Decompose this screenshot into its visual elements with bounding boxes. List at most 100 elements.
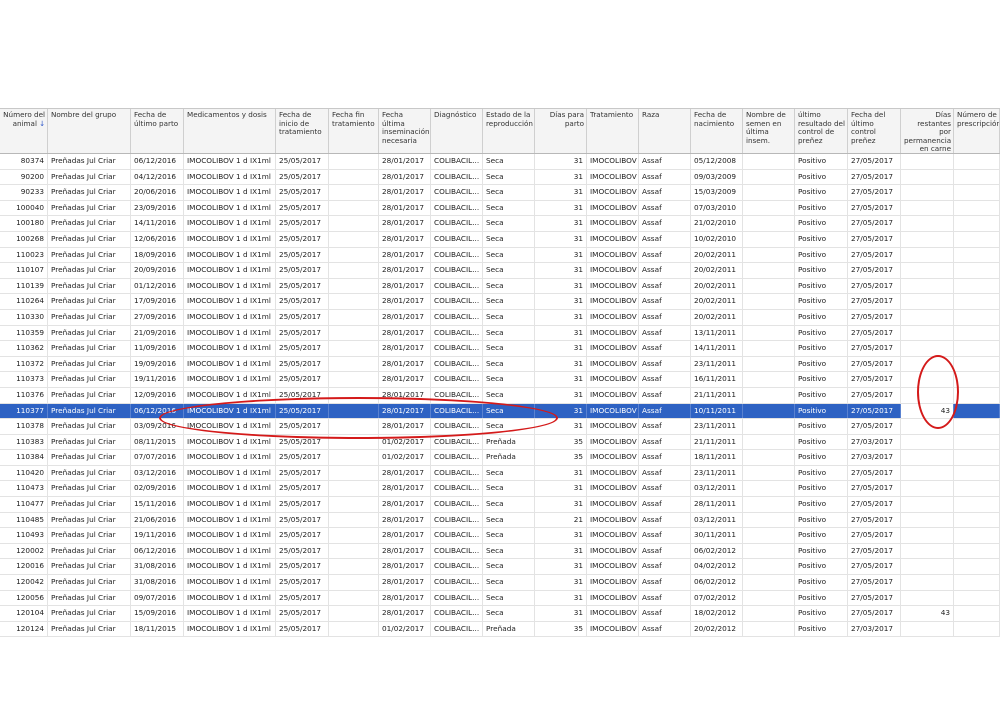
table-cell[interactable]: COLIBACIL... <box>431 372 483 387</box>
table-row[interactable]: 100040 Preñadas Jul Criar 23/09/2016 IMOCOL… <box>0 200 1000 217</box>
table-cell[interactable]: Positivo <box>795 231 848 247</box>
table-cell[interactable]: Seca <box>483 216 535 231</box>
table-cell[interactable]: COLIBACIL... <box>431 185 483 200</box>
table-cell[interactable]: Positivo <box>795 154 848 169</box>
column-header[interactable]: Días restantes por permanencia en carne <box>901 109 954 153</box>
table-cell[interactable]: COLIBACIL... <box>431 231 483 247</box>
table-cell[interactable] <box>954 372 1000 387</box>
table-cell[interactable]: 25/05/2017 <box>276 185 329 200</box>
table-cell[interactable]: 08/11/2015 <box>131 434 184 450</box>
table-cell[interactable] <box>743 356 795 372</box>
table-cell[interactable]: 31 <box>535 575 587 590</box>
table-cell[interactable]: IMOCOLIBOV 1 d IX1ml <box>184 278 276 294</box>
table-cell[interactable]: IMOCOLIBOV 1 d IX1ml <box>184 200 276 216</box>
table-cell[interactable]: COLIBACIL... <box>431 481 483 497</box>
table-cell[interactable]: 10/11/2011 <box>691 403 743 419</box>
table-cell[interactable] <box>743 419 795 434</box>
table-cell[interactable]: 31 <box>535 185 587 200</box>
table-cell[interactable] <box>901 309 954 325</box>
table-cell[interactable]: Positivo <box>795 185 848 200</box>
table-cell[interactable]: Positivo <box>795 387 848 403</box>
table-cell[interactable]: 27/05/2017 <box>848 154 901 169</box>
table-cell[interactable]: 27/05/2017 <box>848 185 901 200</box>
table-cell[interactable]: Positivo <box>795 543 848 559</box>
table-cell[interactable]: 27/05/2017 <box>848 231 901 247</box>
table-cell[interactable] <box>329 325 379 341</box>
table-cell[interactable]: 27/05/2017 <box>848 216 901 231</box>
table-cell[interactable]: IMOCOLIBOV <box>587 543 639 559</box>
table-cell[interactable]: 25/05/2017 <box>276 575 329 590</box>
table-row-selected[interactable]: 110377 Preñadas Jul Criar 06/12/2016 IMOCOL… <box>0 403 1000 420</box>
table-cell[interactable]: Preñadas Jul Criar <box>48 169 131 185</box>
table-cell[interactable] <box>743 621 795 637</box>
table-row[interactable]: 110383 Preñadas Jul Criar 08/11/2015 IMOCOL… <box>0 434 1000 451</box>
table-cell[interactable]: 18/02/2012 <box>691 606 743 621</box>
table-cell[interactable]: Assaf <box>639 372 691 387</box>
table-cell[interactable]: Assaf <box>639 497 691 512</box>
table-cell[interactable]: 28/01/2017 <box>379 528 431 543</box>
table-cell[interactable]: COLIBACIL... <box>431 216 483 231</box>
table-row[interactable]: 120016 Preñadas Jul Criar 31/08/2016 IMOCOL… <box>0 559 1000 576</box>
table-cell[interactable] <box>901 169 954 185</box>
table-cell[interactable]: IMOCOLIBOV 1 d IX1ml <box>184 434 276 450</box>
table-cell[interactable]: Assaf <box>639 450 691 465</box>
table-cell[interactable] <box>329 356 379 372</box>
table-cell[interactable]: COLIBACIL... <box>431 512 483 528</box>
table-cell[interactable]: Preñadas Jul Criar <box>48 481 131 497</box>
table-cell[interactable]: 31 <box>535 325 587 341</box>
table-cell[interactable]: 28/01/2017 <box>379 216 431 231</box>
table-row[interactable]: 120042 Preñadas Jul Criar 31/08/2016 IMOCOL… <box>0 575 1000 591</box>
table-cell[interactable]: IMOCOLIBOV 1 d IX1ml <box>184 528 276 543</box>
table-cell[interactable] <box>901 434 954 450</box>
table-cell[interactable]: IMOCOLIBOV 1 d IX1ml <box>184 559 276 575</box>
table-cell[interactable] <box>329 154 379 169</box>
table-cell[interactable]: 10/02/2010 <box>691 231 743 247</box>
column-header[interactable]: Nombre del grupo <box>48 109 131 153</box>
table-cell[interactable]: 27/05/2017 <box>848 528 901 543</box>
table-cell[interactable] <box>954 590 1000 606</box>
table-cell[interactable]: IMOCOLIBOV <box>587 154 639 169</box>
table-cell[interactable]: Seca <box>483 419 535 434</box>
table-cell[interactable]: 17/09/2016 <box>131 294 184 309</box>
table-cell[interactable]: 21/06/2016 <box>131 512 184 528</box>
table-cell[interactable]: 03/09/2016 <box>131 419 184 434</box>
table-cell[interactable]: 25/05/2017 <box>276 278 329 294</box>
table-cell[interactable]: Seca <box>483 200 535 216</box>
table-cell[interactable]: 15/11/2016 <box>131 497 184 512</box>
table-cell[interactable] <box>329 263 379 278</box>
table-cell[interactable]: 28/01/2017 <box>379 309 431 325</box>
table-cell[interactable]: COLIBACIL... <box>431 247 483 263</box>
table-cell[interactable] <box>743 606 795 621</box>
table-cell[interactable] <box>954 528 1000 543</box>
table-cell[interactable]: Preñadas Jul Criar <box>48 185 131 200</box>
table-cell[interactable]: COLIBACIL... <box>431 497 483 512</box>
table-cell[interactable]: 28/01/2017 <box>379 247 431 263</box>
table-cell[interactable]: 27/05/2017 <box>848 465 901 481</box>
table-cell[interactable]: 43 <box>901 606 954 621</box>
table-cell[interactable]: 110477 <box>0 497 48 512</box>
table-cell[interactable]: 25/05/2017 <box>276 543 329 559</box>
table-cell[interactable]: 23/11/2011 <box>691 465 743 481</box>
table-cell[interactable]: Positivo <box>795 278 848 294</box>
table-cell[interactable]: IMOCOLIBOV 1 d IX1ml <box>184 247 276 263</box>
table-cell[interactable]: Assaf <box>639 341 691 356</box>
table-cell[interactable]: 25/05/2017 <box>276 512 329 528</box>
table-cell[interactable]: 25/05/2017 <box>276 294 329 309</box>
table-cell[interactable]: 11/09/2016 <box>131 341 184 356</box>
table-cell[interactable]: 31 <box>535 403 587 419</box>
table-row[interactable]: 100268 Preñadas Jul Criar 12/06/2016 IMOCOL… <box>0 231 1000 248</box>
table-cell[interactable] <box>901 356 954 372</box>
table-cell[interactable]: Seca <box>483 154 535 169</box>
table-cell[interactable] <box>329 465 379 481</box>
table-cell[interactable]: 43 <box>901 403 954 419</box>
table-cell[interactable] <box>901 528 954 543</box>
table-cell[interactable]: 110139 <box>0 278 48 294</box>
table-cell[interactable]: 25/05/2017 <box>276 247 329 263</box>
table-cell[interactable] <box>329 309 379 325</box>
table-cell[interactable] <box>954 356 1000 372</box>
table-cell[interactable]: IMOCOLIBOV <box>587 575 639 590</box>
table-cell[interactable]: IMOCOLIBOV 1 d IX1ml <box>184 590 276 606</box>
table-cell[interactable]: 02/09/2016 <box>131 481 184 497</box>
table-cell[interactable] <box>954 497 1000 512</box>
table-cell[interactable]: 15/09/2016 <box>131 606 184 621</box>
